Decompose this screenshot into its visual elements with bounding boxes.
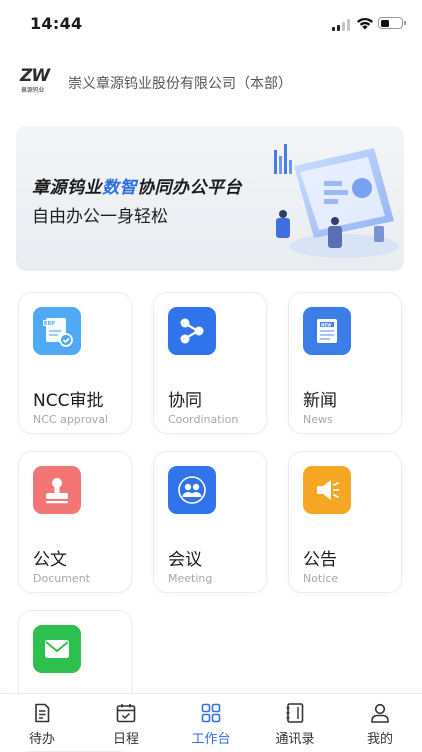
- app-card-meeting[interactable]: 会议 Meeting: [153, 451, 267, 593]
- app-sublabel: Document: [33, 572, 90, 585]
- status-time: 14:44: [30, 14, 83, 33]
- app-label: 公告: [303, 550, 337, 570]
- app-sublabel: News: [303, 413, 333, 426]
- app-label: NCC审批: [33, 391, 104, 411]
- users-icon: [168, 466, 216, 514]
- app-card-news[interactable]: NEW 新闻 News: [288, 292, 402, 434]
- tab-contacts[interactable]: 通讯录: [253, 694, 337, 751]
- app-card-ncc-approval[interactable]: ERP NCC审批 NCC approval: [18, 292, 132, 434]
- tab-label: 待办: [28, 732, 55, 747]
- news-icon: NEW: [303, 307, 351, 355]
- battery-icon: [378, 17, 406, 29]
- app-label: 协同: [168, 391, 202, 411]
- app-label: 新闻: [303, 391, 337, 411]
- workbench-grid-icon: [201, 703, 221, 723]
- mail-icon: [33, 625, 81, 673]
- banner-title: 章源钨业数智协同办公平台: [32, 178, 242, 198]
- banner[interactable]: 章源钨业数智协同办公平台 自由办公一身轻松: [16, 126, 404, 271]
- app-sublabel: Notice: [303, 572, 339, 585]
- cellular-signal-icon: [332, 19, 352, 31]
- address-book-icon: [286, 703, 304, 723]
- app-label: 公文: [33, 550, 67, 570]
- calendar-icon: [116, 704, 136, 723]
- status-bar: 14:44: [0, 0, 422, 48]
- app-label: 会议: [168, 550, 202, 570]
- tab-bar: 待办 日程 工作台 通讯录 我的: [0, 693, 422, 751]
- tab-label: 工作台: [191, 732, 231, 747]
- tab-label: 日程: [112, 732, 139, 747]
- user-icon: [371, 703, 389, 723]
- todo-list-icon: [35, 703, 50, 723]
- company-name[interactable]: 崇义章源钨业股份有限公司（本部）: [68, 73, 292, 93]
- stamp-icon: [33, 466, 81, 514]
- banner-subtitle: 自由办公一身轻松: [32, 207, 168, 227]
- tab-todo[interactable]: 待办: [0, 694, 84, 751]
- app-card-document[interactable]: 公文 Document: [18, 451, 132, 593]
- tab-profile[interactable]: 我的: [338, 694, 422, 751]
- tab-schedule[interactable]: 日程: [84, 694, 168, 751]
- tab-label: 我的: [366, 732, 393, 747]
- company-logo: ZW 章源钨业: [20, 66, 50, 94]
- app-card-coordination[interactable]: 协同 Coordination: [153, 292, 267, 434]
- app-sublabel: NCC approval: [33, 413, 109, 426]
- tab-workbench[interactable]: 工作台: [169, 694, 253, 751]
- erp-approval-icon: ERP: [33, 307, 81, 355]
- wifi-icon: [357, 17, 373, 30]
- svg-text:NEW: NEW: [321, 322, 332, 327]
- svg-text:ERP: ERP: [44, 321, 55, 327]
- share-nodes-icon: [168, 307, 216, 355]
- app-sublabel: Meeting: [168, 572, 213, 585]
- megaphone-icon: [303, 466, 351, 514]
- tab-label: 通讯录: [275, 732, 315, 747]
- app-card-notice[interactable]: 公告 Notice: [288, 451, 402, 593]
- banner-illustration: [274, 144, 399, 258]
- app-sublabel: Coordination: [168, 413, 239, 426]
